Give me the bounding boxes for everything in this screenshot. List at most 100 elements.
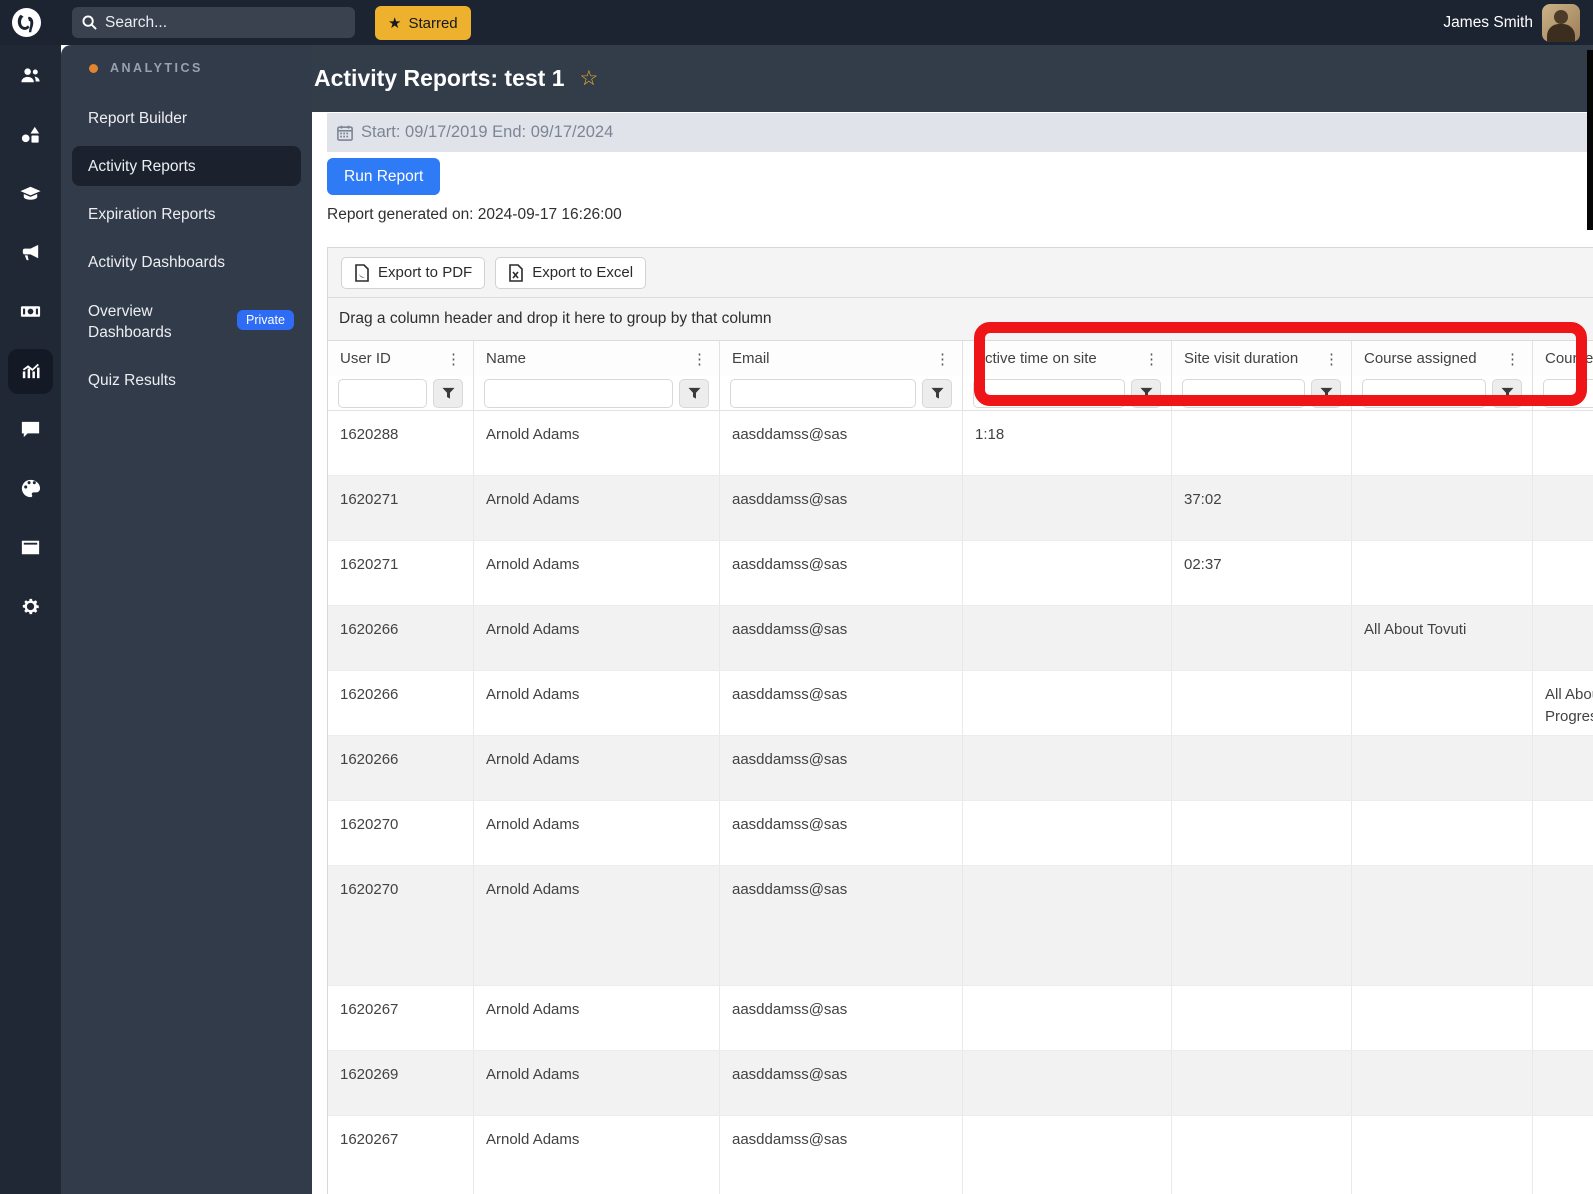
window-icon[interactable] [0,518,61,577]
cell-email: aasddamss@sas [720,606,963,670]
cell-user-id: 1620270 [328,866,474,985]
column-header-course[interactable]: Course ⋮ [1533,341,1593,376]
column-header-email[interactable]: Email ⋮ [720,341,963,376]
filter-button-email[interactable] [922,378,952,408]
cell-email: aasddamss@sas [720,801,963,865]
cell-name: Arnold Adams [474,476,720,540]
cell-course-assigned [1352,476,1533,540]
filter-input-course-assigned[interactable] [1362,378,1486,408]
group-hint-text: Drag a column header and drop it here to… [339,310,772,327]
palette-icon[interactable] [0,459,61,518]
cell-user-id: 1620269 [328,1051,474,1115]
group-panel[interactable]: Drag a column header and drop it here to… [328,298,1593,341]
user-name: James Smith [1443,13,1533,31]
table-row[interactable]: 1620266Arnold Adamsaasddamss@sas All Abou… [328,671,1593,736]
gear-icon[interactable] [0,577,61,636]
table-row[interactable]: 1620271 Arnold Adams aasddamss@sas 02:37 [328,541,1593,606]
cell-user-id: 1620288 [328,411,474,475]
cell-active-time [963,736,1172,800]
table-row[interactable]: 1620266 Arnold Adams aasddamss@sas [328,736,1593,801]
run-report-button[interactable]: Run Report [327,158,441,195]
starred-label: Starred [408,14,458,32]
cell-email: aasddamss@sas [720,411,963,475]
analytics-chart-icon[interactable] [0,341,61,400]
column-header-course-assigned[interactable]: Course assigned ⋮ [1352,341,1533,376]
export-pdf-button[interactable]: Export to PDF [341,256,486,289]
column-menu-icon[interactable]: ⋮ [1320,350,1343,368]
cell-active-time [963,986,1172,1050]
table-row[interactable]: 1620266Arnold Adamsaasddamss@sas All Abou… [328,606,1593,671]
filter-input-active-time[interactable] [973,378,1125,408]
filter-cell-active-time [963,376,1172,410]
filter-button-active-time[interactable] [1131,378,1161,408]
column-menu-icon[interactable]: ⋮ [1501,350,1524,368]
filter-cell-course-assigned [1352,376,1533,410]
filter-button-course-assigned[interactable] [1492,378,1522,408]
column-label: Course assigned [1364,350,1477,367]
sidebar-item-activity-dashboards[interactable]: Activity Dashboards [88,252,298,273]
filter-input-name[interactable] [484,378,673,408]
user-avatar[interactable] [1542,3,1580,42]
column-header-site-visit-duration[interactable]: Site visit duration ⋮ [1172,341,1352,376]
cell-name: Arnold Adams [474,986,720,1050]
cell-user-id: 1620271 [328,541,474,605]
table-row[interactable]: 1620270 Arnold Adams aasddamss@sas [328,801,1593,866]
cell-active-time [963,866,1172,985]
filter-button-site-visit-duration[interactable] [1311,378,1341,408]
sidebar-section-analytics: ANALYTICS [89,61,203,75]
cell-name: Arnold Adams [474,1051,720,1115]
column-menu-icon[interactable]: ⋮ [1140,350,1163,368]
cell-name: Arnold Adams [474,606,720,670]
cell-site-visit-duration [1172,866,1352,985]
filter-input-course[interactable] [1543,378,1593,408]
table-row[interactable]: 1620271 Arnold Adams aasddamss@sas 37:02 [328,476,1593,541]
shapes-icon[interactable] [0,105,61,164]
column-header-name[interactable]: Name ⋮ [474,341,720,376]
money-icon[interactable] [0,282,61,341]
sidebar-item-expiration-reports[interactable]: Expiration Reports [88,204,298,225]
sidebar-item-overview-dashboards[interactable]: Overview Dashboards [88,301,238,343]
megaphone-icon[interactable] [0,223,61,282]
table-row[interactable]: 1620267 Arnold Adams aasddamss@sas [328,986,1593,1051]
column-menu-icon[interactable]: ⋮ [688,350,711,368]
date-range-bar[interactable]: Start: 09/17/2019 End: 09/17/2024 [327,113,1593,152]
filter-cell-name [474,376,720,410]
table-row[interactable]: 1620288 Arnold Adams aasddamss@sas 1:18 [328,411,1593,476]
cell-course-extra [1533,541,1593,605]
column-menu-icon[interactable]: ⋮ [442,350,465,368]
cell-email: aasddamss@sas [720,736,963,800]
grid-body: 1620288 Arnold Adams aasddamss@sas 1:18 1620… [328,411,1593,1194]
table-row[interactable]: 1620269 Arnold Adams aasddamss@sas [328,1051,1593,1116]
table-row[interactable]: 1620270 Arnold Adams aasddamss@sas [328,866,1593,986]
starred-button[interactable]: ★ Starred [375,6,471,40]
export-excel-button[interactable]: Export to Excel [495,256,647,289]
filter-button-user-id[interactable] [433,378,463,408]
scrollbar-thumb[interactable] [1587,50,1593,230]
filter-input-email[interactable] [730,378,916,408]
users-icon[interactable] [0,46,61,105]
filter-button-name[interactable] [679,378,709,408]
sidebar-item-activity-reports[interactable]: Activity Reports [88,156,298,177]
funnel-icon [1319,387,1333,399]
search-input[interactable] [105,13,345,32]
filter-input-user-id[interactable] [338,378,427,408]
favorite-star-icon[interactable]: ☆ [580,66,599,91]
sidebar-item-report-builder[interactable]: Report Builder [88,108,298,129]
cell-site-visit-duration [1172,1051,1352,1115]
cell-user-id: 1620267 [328,986,474,1050]
tovuti-logo-icon[interactable] [11,7,42,38]
column-menu-icon[interactable]: ⋮ [931,350,954,368]
graduation-cap-icon[interactable] [0,164,61,223]
filter-cell-email [720,376,963,410]
top-bar: ★ Starred James Smith [0,0,1593,45]
cell-email: aasddamss@sas [720,671,963,735]
user-menu[interactable]: James Smith [1443,0,1580,45]
cell-name: Arnold Adams [474,671,720,735]
column-header-active-time[interactable]: Active time on site ⋮ [963,341,1172,376]
column-header-user-id[interactable]: User ID ⋮ [328,341,474,376]
sidebar-item-quiz-results[interactable]: Quiz Results [88,370,298,391]
chat-icon[interactable] [0,400,61,459]
cell-user-id: 1620266 [328,736,474,800]
table-row[interactable]: 1620267 Arnold Adams aasddamss@sas [328,1116,1593,1194]
filter-input-site-visit-duration[interactable] [1182,378,1305,408]
